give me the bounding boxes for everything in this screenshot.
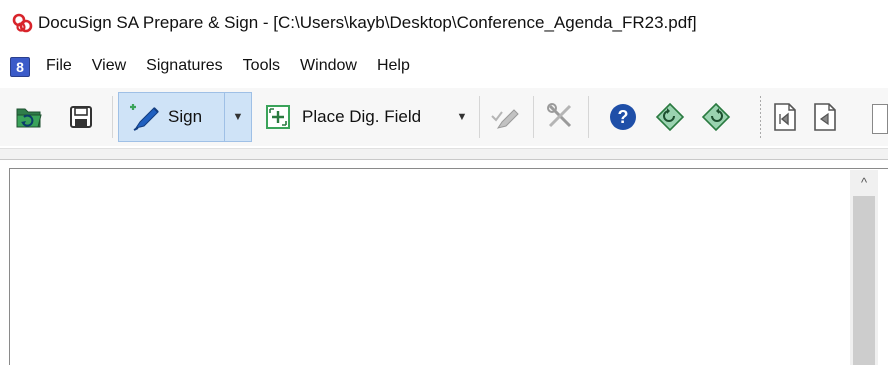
toolbar-separator: [112, 96, 113, 138]
tools-icon: [547, 103, 572, 128]
first-page-icon: [774, 103, 796, 131]
sign-pen-icon: [130, 104, 159, 131]
toolbar-separator: [479, 96, 480, 138]
help-icon: ?: [610, 104, 636, 130]
page-number-field[interactable]: [872, 104, 888, 134]
scrollbar-thumb[interactable]: [853, 196, 875, 365]
menu-items: File View Signatures Tools Window Help: [46, 57, 430, 75]
title-bar: DocuSign SA Prepare & Sign - [C:\Users\k…: [0, 0, 888, 46]
place-field-icon: [266, 105, 290, 129]
menu-view[interactable]: View: [92, 57, 126, 75]
svg-text:?: ?: [618, 107, 629, 127]
rotate-left-icon: [655, 102, 685, 132]
chevron-down-icon: ▼: [232, 111, 244, 123]
window-title: DocuSign SA Prepare & Sign - [C:\Users\k…: [38, 13, 697, 32]
place-dig-field-label: Place Dig. Field: [302, 107, 422, 126]
first-page-button[interactable]: [768, 95, 802, 139]
toolbar-gripper: [760, 96, 761, 138]
sign-label: Sign: [168, 107, 203, 126]
rotate-right-button[interactable]: [698, 95, 734, 139]
chevron-down-icon: ▼: [456, 111, 468, 123]
menu-file[interactable]: File: [46, 57, 72, 75]
rotate-left-button[interactable]: [652, 95, 688, 139]
save-button[interactable]: [64, 95, 98, 139]
docusign-logo-icon: [12, 13, 33, 33]
sign-dropdown-button[interactable]: ▼: [227, 95, 249, 139]
toolbar-separator: [588, 96, 589, 138]
menu-bar: 8 File View Signatures Tools Window Help: [0, 52, 888, 82]
verify-signature-button[interactable]: [486, 95, 526, 139]
toolbar: Sign ▼ Place Dig. Field ▼ ?: [0, 88, 888, 146]
docusign-menu-logo-icon[interactable]: 8: [10, 57, 30, 77]
menu-help[interactable]: Help: [377, 57, 410, 75]
save-icon: [70, 106, 92, 128]
tools-button[interactable]: [540, 95, 580, 139]
previous-page-icon: [814, 103, 836, 131]
open-button[interactable]: [12, 95, 46, 139]
scroll-up-button[interactable]: ^: [850, 172, 878, 192]
previous-page-button[interactable]: [808, 95, 842, 139]
verify-pen-icon: [491, 109, 519, 129]
menu-window[interactable]: Window: [300, 57, 357, 75]
rotate-right-icon: [701, 102, 731, 132]
sign-split-divider: [224, 92, 225, 142]
sign-button[interactable]: Sign: [124, 95, 220, 139]
toolbar-separator: [533, 96, 534, 138]
place-dig-field-button[interactable]: Place Dig. Field: [262, 95, 462, 139]
help-button[interactable]: ?: [605, 95, 641, 139]
chevron-up-icon: ^: [860, 174, 868, 190]
menu-tools[interactable]: Tools: [243, 57, 280, 75]
menu-signatures[interactable]: Signatures: [146, 57, 223, 75]
document-tab-strip: [0, 148, 888, 160]
open-folder-icon: [16, 108, 42, 128]
document-viewer[interactable]: [9, 168, 888, 365]
place-field-dropdown-button[interactable]: ▼: [452, 95, 472, 139]
